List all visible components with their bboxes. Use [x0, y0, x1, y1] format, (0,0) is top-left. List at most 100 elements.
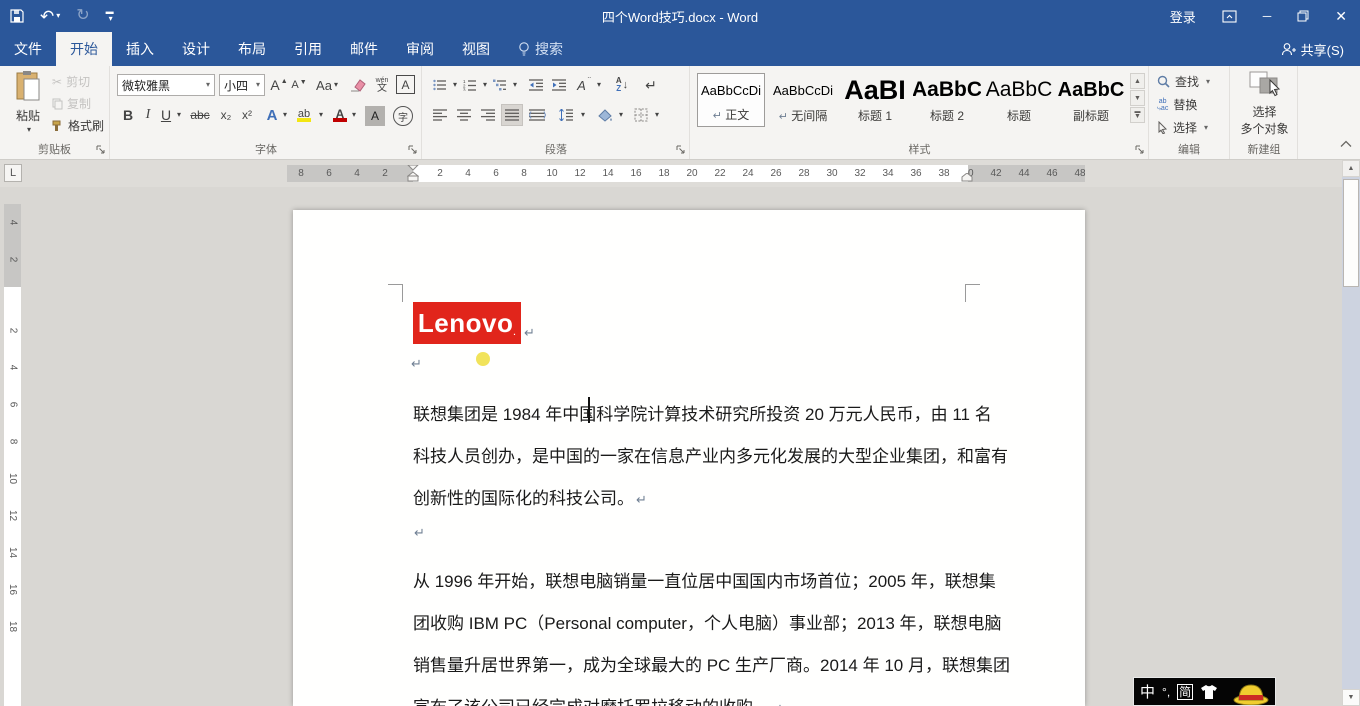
superscript-button[interactable]: x² — [237, 104, 257, 126]
align-right-button[interactable] — [477, 104, 499, 126]
highlight-button[interactable]: ab — [293, 104, 315, 126]
scroll-down-button[interactable]: ▼ — [1342, 689, 1360, 706]
text-line[interactable]: 创新性的国际化的科技公司。↵ — [413, 478, 973, 520]
cut-button[interactable]: ✂剪切 — [52, 73, 90, 90]
styles-scroll-down-button[interactable]: ▼ — [1130, 90, 1145, 106]
text-line[interactable]: 从 1996 年开始，联想电脑销量一直位居中国国内市场首位；2005 年，联想集 — [413, 561, 973, 603]
align-left-button[interactable] — [429, 104, 451, 126]
text-line[interactable]: 销售量升居世界第一，成为全球最大的 PC 生产厂商。2014 年 10 月，联想… — [413, 645, 973, 687]
character-shading-button[interactable]: A — [365, 106, 385, 126]
font-name-combo[interactable]: 微软雅黑▾ — [117, 74, 215, 96]
font-color-caret[interactable]: ▾ — [348, 104, 358, 126]
tab-layout[interactable]: 布局 — [224, 32, 280, 66]
paragraph-dialog-launcher[interactable] — [676, 145, 686, 155]
ime-punctuation[interactable]: °, — [1162, 685, 1170, 699]
tell-me-search[interactable]: 搜索 — [504, 32, 577, 66]
underline-button[interactable]: U — [158, 104, 174, 126]
replace-button[interactable]: ab⤷ac 替换 — [1157, 96, 1197, 113]
minimize-button[interactable]: ─ — [1250, 0, 1285, 32]
bold-button[interactable]: B — [119, 104, 137, 126]
styles-dialog-launcher[interactable] — [1135, 145, 1145, 155]
borders-button[interactable] — [631, 104, 651, 126]
borders-caret[interactable]: ▾ — [651, 104, 661, 126]
font-size-combo[interactable]: 小四▾ — [219, 74, 265, 96]
enclose-characters-button[interactable]: 字 — [393, 106, 413, 126]
subscript-button[interactable]: x₂ — [216, 104, 236, 126]
tab-references[interactable]: 引用 — [280, 32, 336, 66]
tab-view[interactable]: 视图 — [448, 32, 504, 66]
ime-mode-chinese[interactable]: 中 — [1140, 681, 1155, 702]
ime-skin-shirt-icon[interactable] — [1200, 684, 1218, 700]
text-line[interactable]: 科技人员创办，是中国的一家在信息产业内多元化发展的大型企业集团，和富有 — [413, 436, 973, 478]
style-no-spacing[interactable]: AaBbCcDi ↵ 无间隔 — [769, 73, 837, 127]
right-indent-marker[interactable] — [961, 173, 973, 182]
strikethrough-button[interactable]: abc — [187, 104, 213, 126]
select-objects-button[interactable]: 选择 多个对象 — [1231, 70, 1298, 137]
asian-layout-button[interactable]: Aˊˋ — [575, 74, 593, 96]
scrollbar-thumb[interactable] — [1343, 179, 1359, 287]
numbering-button[interactable]: 123 — [461, 74, 479, 96]
tab-mailings[interactable]: 邮件 — [336, 32, 392, 66]
bullets-caret[interactable]: ▾ — [449, 74, 459, 96]
ribbon-display-options-button[interactable] — [1209, 0, 1250, 32]
clear-formatting-button[interactable] — [347, 74, 369, 96]
change-case-button[interactable]: Aa▾ — [312, 74, 342, 96]
find-button[interactable]: 查找▾ — [1157, 73, 1210, 90]
style-heading2[interactable]: AaBbC 标题 2 — [913, 73, 981, 127]
decrease-indent-button[interactable] — [526, 74, 546, 96]
font-color-button[interactable]: A — [331, 104, 349, 126]
font-dialog-launcher[interactable] — [408, 145, 418, 155]
shading-caret[interactable]: ▾ — [615, 104, 625, 126]
phonetic-guide-button[interactable]: wén 文 — [371, 74, 393, 96]
character-border-button[interactable]: A — [396, 75, 415, 94]
grow-font-button[interactable]: A▲ — [269, 74, 289, 96]
numbering-caret[interactable]: ▾ — [479, 74, 489, 96]
increase-indent-button[interactable] — [549, 74, 569, 96]
tab-home[interactable]: 开始 — [56, 32, 112, 66]
styles-more-button[interactable]: ▬▼ — [1130, 107, 1145, 123]
sort-button[interactable]: AZ ↓ — [611, 72, 633, 98]
tab-insert[interactable]: 插入 — [112, 32, 168, 66]
align-center-button[interactable] — [453, 104, 475, 126]
restore-button[interactable] — [1284, 0, 1322, 32]
format-painter-button[interactable]: 格式刷 — [52, 117, 104, 134]
shrink-font-button[interactable]: A▼ — [290, 74, 308, 96]
lenovo-logo[interactable]: Lenovo. — [413, 302, 521, 344]
multilevel-list-button[interactable] — [491, 74, 509, 96]
asian-layout-caret[interactable]: ▾ — [593, 74, 603, 96]
shading-button[interactable] — [595, 104, 615, 126]
select-button[interactable]: 选择▾ — [1157, 119, 1208, 136]
bullets-button[interactable] — [431, 74, 449, 96]
close-button[interactable]: ✕ — [1322, 0, 1360, 32]
text-line[interactable]: 宣布了该公司已经完成对摩托罗拉移动的收购。↵ — [413, 687, 973, 706]
tab-design[interactable]: 设计 — [168, 32, 224, 66]
line-spacing-button[interactable] — [555, 104, 577, 126]
share-button[interactable]: 共享(S) — [1273, 32, 1352, 66]
ime-status-bar[interactable]: 中 °, 简 — [1133, 677, 1276, 706]
document-page[interactable]: Lenovo. ↵ ↵ 联想集团是 1984 年中国科学院计算技术研究所投资 2… — [293, 210, 1085, 706]
ime-charset-simplified[interactable]: 简 — [1177, 684, 1193, 700]
style-heading1[interactable]: AaBI 标题 1 — [841, 73, 909, 127]
horizontal-ruler[interactable]: 8642 2468101214161820222426283032343638 … — [287, 165, 1085, 182]
styles-scroll-up-button[interactable]: ▲ — [1130, 73, 1145, 89]
scroll-up-button[interactable]: ▲ — [1342, 160, 1360, 177]
text-effects-caret[interactable]: ▾ — [279, 104, 289, 126]
tab-file[interactable]: 文件 — [0, 32, 56, 66]
multilevel-caret[interactable]: ▾ — [509, 74, 519, 96]
underline-caret[interactable]: ▾ — [173, 104, 183, 126]
vertical-ruler[interactable]: 42 24681012141618 — [4, 187, 21, 706]
copy-button[interactable]: 复制 — [52, 95, 91, 112]
style-normal[interactable]: AaBbCcDi ↵ 正文 — [697, 73, 765, 127]
tab-stop-selector[interactable]: L — [4, 164, 22, 182]
collapse-ribbon-button[interactable] — [1340, 140, 1354, 150]
text-line[interactable]: 团收购 IBM PC（Personal computer，个人电脑）事业部；20… — [413, 603, 973, 645]
highlight-caret[interactable]: ▾ — [315, 104, 325, 126]
justify-button[interactable] — [501, 104, 523, 126]
line-spacing-caret[interactable]: ▾ — [577, 104, 587, 126]
tab-review[interactable]: 审阅 — [392, 32, 448, 66]
clipboard-dialog-launcher[interactable] — [96, 145, 106, 155]
paste-button[interactable]: 粘贴 ▾ — [6, 70, 50, 148]
style-title[interactable]: AaBbC 标题 — [985, 73, 1053, 127]
distribute-button[interactable] — [525, 104, 549, 126]
italic-button[interactable]: I — [140, 104, 156, 126]
